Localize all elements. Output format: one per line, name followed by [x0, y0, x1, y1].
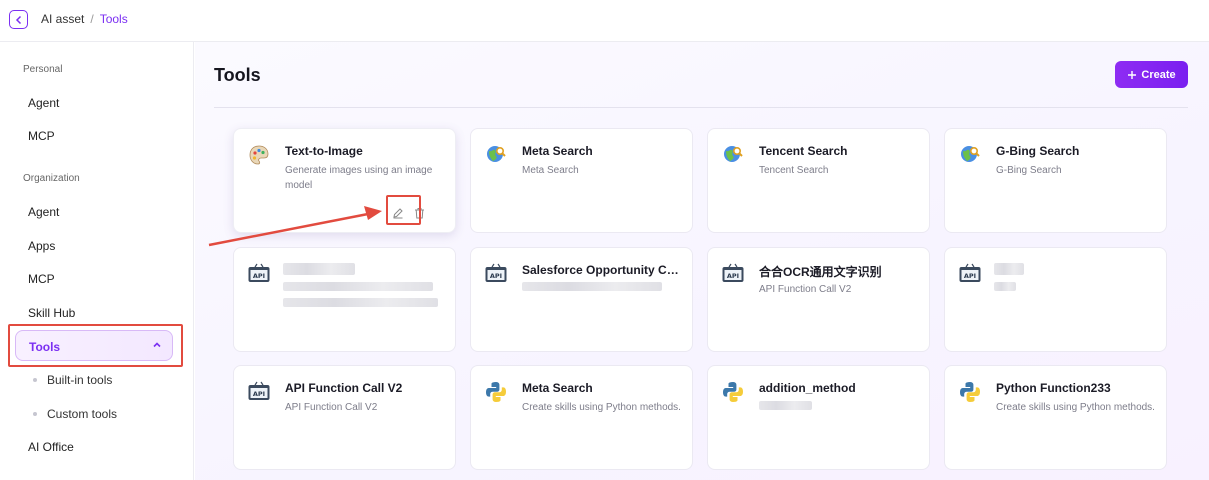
- tool-card-meta-search[interactable]: Meta Search Meta Search: [470, 128, 693, 233]
- tool-card-name: addition_method: [759, 381, 856, 395]
- python-icon: [960, 382, 980, 402]
- tool-card-name: Text-to-Image: [285, 144, 363, 158]
- tool-card-desc: API Function Call V2: [759, 284, 852, 295]
- tool-card-desc: Tencent Search: [759, 165, 829, 176]
- tool-card-desc: Generate images using an image model: [285, 165, 433, 191]
- api-icon: API: [485, 263, 507, 282]
- back-button[interactable]: [9, 10, 28, 29]
- tool-card-desc: Create skills using Python methods.: [996, 402, 1155, 413]
- tool-card-desc: Create skills using Python methods.: [522, 402, 681, 413]
- main-content: Tools Create Text-to-Image Generate imag…: [195, 42, 1209, 480]
- api-icon: API: [722, 263, 744, 282]
- svg-text:API: API: [727, 272, 739, 280]
- globe-search-icon: [961, 146, 980, 162]
- python-icon: [723, 382, 743, 402]
- redacted-desc: [283, 298, 438, 307]
- api-icon: API: [248, 263, 270, 282]
- sidebar-item-skill-hub[interactable]: Skill Hub: [28, 306, 75, 320]
- tool-card-text-to-image[interactable]: Text-to-Image Generate images using an i…: [233, 128, 456, 233]
- tool-card-desc: G-Bing Search: [996, 165, 1062, 176]
- highlight-box-tools: [8, 324, 183, 367]
- sidebar-section-organization: Organization: [23, 173, 80, 184]
- breadcrumb-separator: /: [90, 12, 94, 26]
- svg-text:API: API: [490, 272, 502, 280]
- tool-card-salesforce[interactable]: API Salesforce Opportunity Creati...: [470, 247, 693, 352]
- redacted-desc: [994, 282, 1016, 291]
- svg-text:API: API: [253, 272, 265, 280]
- redacted-name: [994, 263, 1024, 275]
- sidebar: Personal Agent MCP Organization Agent Ap…: [0, 42, 194, 480]
- tool-card-name: Meta Search: [522, 144, 593, 158]
- chevron-left-icon: [15, 15, 21, 24]
- python-icon: [486, 382, 506, 402]
- breadcrumb-ai-asset[interactable]: AI asset: [41, 12, 84, 26]
- tool-card-name: 合合OCR通用文字识别: [759, 265, 882, 279]
- top-bar: AI asset / Tools: [0, 0, 1209, 42]
- globe-search-icon: [487, 146, 506, 162]
- plus-icon: [1128, 70, 1137, 79]
- palette-icon: [249, 145, 269, 165]
- redacted-desc: [522, 282, 662, 291]
- bullet-dot: [33, 378, 37, 382]
- redacted-desc: [283, 282, 433, 291]
- tool-card-name: G-Bing Search: [996, 144, 1080, 158]
- tool-card-name: Tencent Search: [759, 144, 848, 158]
- breadcrumb: AI asset / Tools: [41, 12, 128, 26]
- sidebar-item-org-mcp[interactable]: MCP: [28, 272, 55, 286]
- tool-card-ocr[interactable]: API 合合OCR通用文字识别 API Function Call V2: [707, 247, 930, 352]
- svg-text:API: API: [964, 272, 976, 280]
- tool-card-name: Meta Search: [522, 381, 593, 395]
- api-icon: API: [248, 381, 270, 400]
- divider: [214, 107, 1188, 108]
- create-button[interactable]: Create: [1115, 61, 1188, 88]
- redacted-desc: [759, 401, 812, 410]
- svg-text:API: API: [253, 390, 265, 398]
- tool-card-addition-method[interactable]: addition_method: [707, 365, 930, 470]
- tool-card-redacted[interactable]: API: [233, 247, 456, 352]
- page-title: Tools: [214, 65, 261, 85]
- tool-card-name: Salesforce Opportunity Creati...: [522, 263, 682, 277]
- breadcrumb-tools: Tools: [99, 12, 128, 26]
- sidebar-item-custom-tools[interactable]: Custom tools: [47, 407, 117, 421]
- sidebar-item-personal-mcp[interactable]: MCP: [28, 129, 55, 143]
- tool-card-name: API Function Call V2: [285, 381, 403, 395]
- sidebar-item-apps[interactable]: Apps: [28, 239, 55, 253]
- sidebar-item-org-agent[interactable]: Agent: [28, 205, 59, 219]
- globe-search-icon: [724, 146, 743, 162]
- create-button-label: Create: [1141, 68, 1176, 81]
- tool-card-tencent-search[interactable]: Tencent Search Tencent Search: [707, 128, 930, 233]
- api-icon: API: [959, 263, 981, 282]
- tool-card-python-meta-search[interactable]: Meta Search Create skills using Python m…: [470, 365, 693, 470]
- tool-card-g-bing-search[interactable]: G-Bing Search G-Bing Search: [944, 128, 1167, 233]
- tool-card-python-function233[interactable]: Python Function233 Create skills using P…: [944, 365, 1167, 470]
- sidebar-item-ai-office[interactable]: AI Office: [28, 440, 74, 454]
- tool-card-desc: Meta Search: [522, 165, 579, 176]
- tool-card-redacted[interactable]: API: [944, 247, 1167, 352]
- sidebar-section-personal: Personal: [23, 64, 63, 75]
- tool-card-name: Python Function233: [996, 381, 1111, 395]
- sidebar-item-built-in-tools[interactable]: Built-in tools: [47, 373, 112, 387]
- tool-card-desc: API Function Call V2: [285, 402, 378, 413]
- highlight-box-edit: [386, 195, 421, 225]
- redacted-name: [283, 263, 355, 275]
- tool-card-api-function-call[interactable]: API API Function Call V2 API Function Ca…: [233, 365, 456, 470]
- sidebar-item-personal-agent[interactable]: Agent: [28, 96, 59, 110]
- bullet-dot: [33, 412, 37, 416]
